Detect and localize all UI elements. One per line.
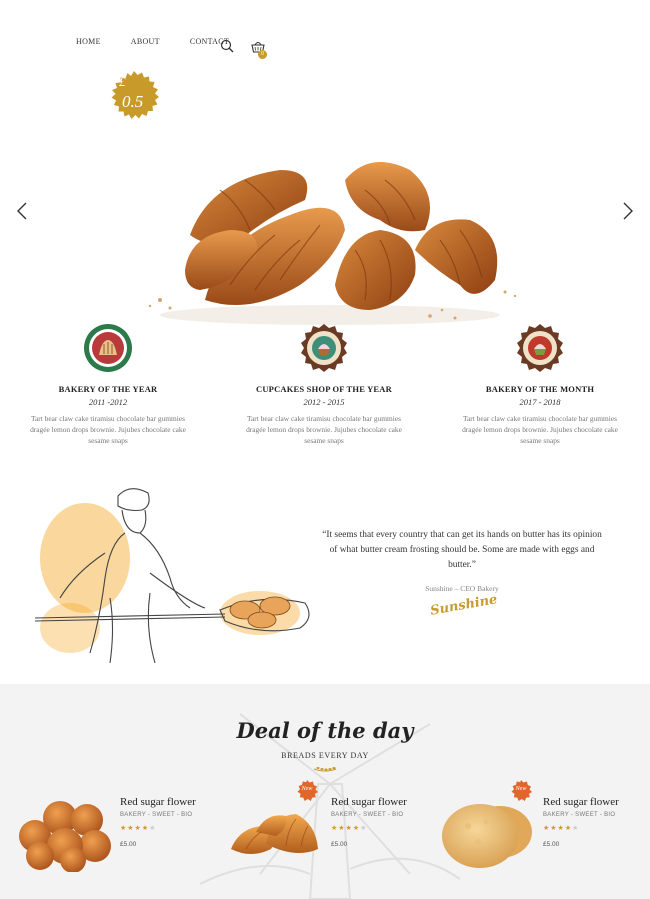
deals-subtitle: BREADS EVERY DAY: [281, 751, 369, 760]
awards-section: BAKERY OF THE YEAR 2011 -2012 Tart bear …: [0, 322, 650, 446]
croissants-product-image: [231, 814, 318, 854]
slider-next-icon[interactable]: [622, 202, 634, 220]
product-card[interactable]: New Red sugar flower BAKERY - SWEET - BI…: [438, 780, 648, 874]
award-title: BAKERY OF THE YEAR: [58, 384, 158, 394]
deal-of-the-day-section: Deal of the day BREADS EVERY DAY Red sug…: [0, 684, 650, 899]
award-title: BAKERY OF THE MONTH: [485, 384, 595, 394]
cupcake-badge-icon: [301, 324, 347, 372]
new-badge-label: New: [515, 786, 527, 792]
award-years: 2017 - 2018: [519, 397, 561, 407]
search-icon[interactable]: [220, 39, 234, 53]
product-price: £5.00: [543, 841, 560, 848]
product-categories: BAKERY - SWEET - BIO: [120, 812, 193, 818]
award-item: BAKERY OF THE MONTH 2017 - 2018 Tart bea…: [432, 322, 648, 446]
product-info: Red sugar flower BAKERY - SWEET - BIO ★★…: [120, 796, 196, 848]
product-categories: BAKERY - SWEET - BIO: [543, 812, 616, 818]
price-currency: £: [119, 74, 126, 89]
product-price: £5.00: [120, 841, 137, 848]
testimonial: “It seems that every country that can ge…: [318, 528, 606, 596]
rating-stars: ★★★★★: [543, 824, 580, 832]
signature-logo: Sunshine: [429, 592, 499, 619]
product-name[interactable]: Red sugar flower: [331, 796, 407, 808]
product-name[interactable]: Red sugar flower: [543, 796, 619, 808]
croissants-image: [148, 162, 517, 325]
nav-about[interactable]: ABOUT: [131, 37, 160, 46]
deals-title: Deal of the day: [236, 718, 414, 743]
rating-stars: ★★★★★: [120, 824, 157, 832]
wheat-divider-icon: [313, 767, 337, 772]
price-amount: 0.5: [122, 92, 144, 111]
product-card[interactable]: Red sugar flower BAKERY - SWEET - BIO ★★…: [15, 794, 225, 874]
award-text: Tart bear claw cake tiramisu chocolate b…: [246, 414, 402, 445]
baker-illustration: [34, 488, 310, 664]
cookies-product-image: [442, 804, 532, 868]
award-text: Tart bear claw cake tiramisu chocolate b…: [30, 414, 186, 445]
hero-slider: £ 0.5: [0, 60, 650, 325]
cart-count-badge: 0: [258, 50, 267, 59]
product-name[interactable]: Red sugar flower: [120, 796, 196, 808]
award-item: BAKERY OF THE YEAR 2011 -2012 Tart bear …: [0, 322, 216, 446]
award-years: 2011 -2012: [88, 397, 128, 407]
award-title: CUPCAKES SHOP OF THE YEAR: [256, 384, 392, 394]
product-price: £5.00: [331, 841, 348, 848]
award-item: CUPCAKES SHOP OF THE YEAR 2012 - 2015 Ta…: [216, 322, 432, 446]
premium-bakery-badge-icon: [84, 324, 132, 372]
new-badge-label: New: [301, 786, 313, 792]
new-badge: New: [510, 780, 532, 802]
product-categories: BAKERY - SWEET - BIO: [331, 812, 404, 818]
main-nav: HOME ABOUT CONTACT 0: [76, 37, 267, 59]
product-info: Red sugar flower BAKERY - SWEET - BIO ★★…: [543, 796, 619, 848]
testimonial-author: Sunshine – CEO Bakery: [425, 584, 499, 593]
slider-prev-icon[interactable]: [16, 202, 28, 220]
product-info: Red sugar flower BAKERY - SWEET - BIO ★★…: [331, 796, 407, 848]
testimonial-text: “It seems that every country that can ge…: [322, 530, 602, 570]
nav-home[interactable]: HOME: [76, 37, 101, 46]
brioche-buns-image: [19, 801, 111, 872]
award-years: 2012 - 2015: [303, 397, 345, 407]
cupcake-badge-icon: [517, 324, 563, 372]
rating-stars: ★★★★★: [331, 824, 368, 832]
new-badge: New: [296, 780, 318, 802]
award-text: Tart bear claw cake tiramisu chocolate b…: [462, 414, 618, 445]
product-card[interactable]: New Red sugar flower BAKERY - SWEET - BI…: [226, 780, 436, 874]
